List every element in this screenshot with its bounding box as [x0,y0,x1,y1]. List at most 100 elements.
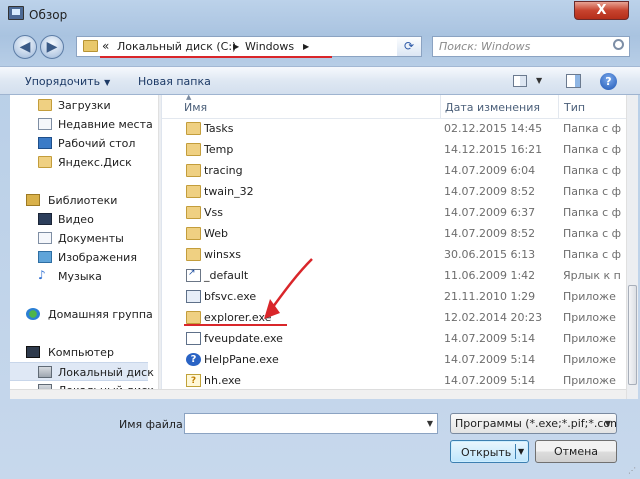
refresh-button[interactable]: ⟳ [397,36,422,57]
open-button[interactable]: Открыть ▼ [450,440,529,463]
column-header-date[interactable]: Дата изменения [445,101,540,114]
sidebar-item-recent[interactable]: Недавние места [10,115,153,134]
back-button[interactable]: ◀ [13,35,37,59]
explorer-icon [186,311,201,324]
desktop-icon [38,137,52,149]
exe-icon [186,290,201,303]
filename-input[interactable]: ▼ [184,413,438,434]
file-open-dialog: Обзор X ◀ ▶ « Локальный диск (C:) ▶ Wind… [0,0,640,479]
folder-icon [186,164,201,177]
new-folder-button[interactable]: Новая папка [138,75,211,88]
breadcrumb-separator-icon[interactable]: ▶ [303,42,309,51]
address-bar[interactable]: « Локальный диск (C:) ▶ Windows ▶ ▼ [76,36,467,57]
sidebar-item-yandex-disk[interactable]: Яндекс.Диск [10,153,148,172]
file-type-value: Программы (*.exe;*.pif;*.com [455,417,617,430]
horizontal-scrollbar[interactable] [10,389,626,399]
breadcrumb-local-disk[interactable]: Локальный диск (C:) [117,40,236,53]
chevron-down-icon: ▼ [104,78,111,87]
chevron-down-icon[interactable]: ▼ [518,447,524,456]
breadcrumb-separator-icon[interactable]: ▶ [233,42,239,51]
search-input[interactable]: Поиск: Windows [432,36,630,57]
music-icon: ♪ [38,268,46,282]
list-item[interactable]: Temp 14.12.2015 16:21 Папка с ф [182,139,626,160]
sidebar-item-video[interactable]: Видео [10,210,148,229]
split-divider [515,444,516,459]
folder-icon [186,122,201,135]
cancel-button[interactable]: Отмена [535,440,617,463]
sidebar-item-local-disk-c[interactable]: Локальный диск [10,362,154,381]
file-list-scrollbar[interactable] [626,95,638,399]
folder-icon [186,185,201,198]
library-icon [26,194,40,206]
folder-icon [186,227,201,240]
file-type-select[interactable]: Программы (*.exe;*.pif;*.com ▼ [450,413,617,434]
organize-label: Упорядочить [25,75,101,88]
homegroup-icon [26,308,40,320]
column-header-type[interactable]: Тип [564,101,585,114]
folder-icon [186,248,201,261]
sidebar-item-downloads[interactable]: Загрузки [10,96,148,115]
annotation-underline-address [100,56,332,58]
close-button[interactable]: X [574,1,629,20]
column-header-name[interactable]: Имя [184,101,207,114]
command-toolbar: Упорядочить ▼ Новая папка ▼ ? [0,66,640,95]
title-bar[interactable]: Обзор X [0,0,640,30]
scrollbar-thumb[interactable] [628,285,637,385]
file-list: ▲ Имя Дата изменения Тип Tasks 02.12.2015… [162,95,626,399]
chevron-down-icon: ▼ [604,419,611,428]
breadcrumb-windows[interactable]: Windows [245,40,294,53]
open-label: Открыть [461,446,512,459]
html-help-icon: ? [186,374,201,387]
search-icon[interactable] [613,39,624,50]
forward-button[interactable]: ▶ [40,35,64,59]
list-item[interactable]: bfsvc.exe 21.11.2010 1:29 Приложе [182,286,626,307]
dialog-footer: Имя файла: ▼ Программы (*.exe;*.pif;*.co… [0,400,640,479]
help-icon[interactable]: ? [600,73,617,90]
sidebar-item-music[interactable]: ♪ Музыка [10,267,148,286]
organize-button[interactable]: Упорядочить ▼ [25,75,110,88]
chevron-down-icon[interactable]: ▼ [427,419,433,428]
search-placeholder: Поиск: Windows [439,40,531,53]
documents-icon [38,232,52,244]
filename-label: Имя файла: [119,418,187,431]
folder-icon [83,40,98,52]
computer-icon [26,346,40,358]
preview-pane-icon[interactable] [566,74,581,88]
list-item[interactable]: tracing 14.07.2009 6:04 Папка с ф [182,160,626,181]
list-item[interactable]: _default11.06.2009 1:42Ярлык к п [182,265,626,286]
column-divider[interactable] [558,95,559,118]
sidebar-item-computer[interactable]: Компьютер [10,343,148,362]
list-item[interactable]: ? HelpPane.exe 14.07.2009 5:14 Приложе [182,349,626,370]
images-icon [38,251,52,263]
list-item[interactable]: Tasks 02.12.2015 14:45 Папка с ф [182,118,626,139]
sidebar-item-homegroup[interactable]: Домашняя группа [10,305,153,324]
disk-icon [38,366,52,378]
folder-icon [186,143,201,156]
list-item[interactable]: winsxs 30.06.2015 6:13 Папка с ф [182,244,626,265]
resize-grip-icon[interactable]: ⋰ [628,467,638,478]
list-item[interactable]: fveupdate.exe 14.07.2009 5:14 Приложе [182,328,626,349]
window-icon [8,6,24,20]
list-item[interactable]: Vss 14.07.2009 6:37 Папка с ф [182,202,626,223]
folder-icon [38,99,52,111]
window-title: Обзор [29,8,68,22]
exe-icon [186,332,201,345]
column-header-row: ▲ Имя Дата изменения Тип [162,95,626,119]
sidebar-item-images[interactable]: Изображения [10,248,148,267]
folder-icon [186,206,201,219]
list-item[interactable]: Web 14.07.2009 8:52 Папка с ф [182,223,626,244]
list-item[interactable]: twain_32 14.07.2009 8:52 Папка с ф [182,181,626,202]
list-item[interactable]: ? hh.exe 14.07.2009 5:14 Приложе [182,370,626,391]
sidebar-item-libraries[interactable]: Библиотеки [10,191,148,210]
help-icon: ? [186,353,201,366]
address-overflow-chevron[interactable]: « [102,39,109,53]
sidebar-item-desktop[interactable]: Рабочий стол [10,134,148,153]
navigation-pane: Загрузки Недавние места Рабочий стол Янд… [10,95,162,399]
video-icon [38,213,52,225]
shortcut-icon [186,268,201,282]
change-view-icon[interactable] [513,75,527,87]
view-dropdown-icon[interactable]: ▼ [536,76,542,85]
folder-icon [38,156,52,168]
sidebar-item-documents[interactable]: Документы [10,229,148,248]
column-divider[interactable] [440,95,441,118]
